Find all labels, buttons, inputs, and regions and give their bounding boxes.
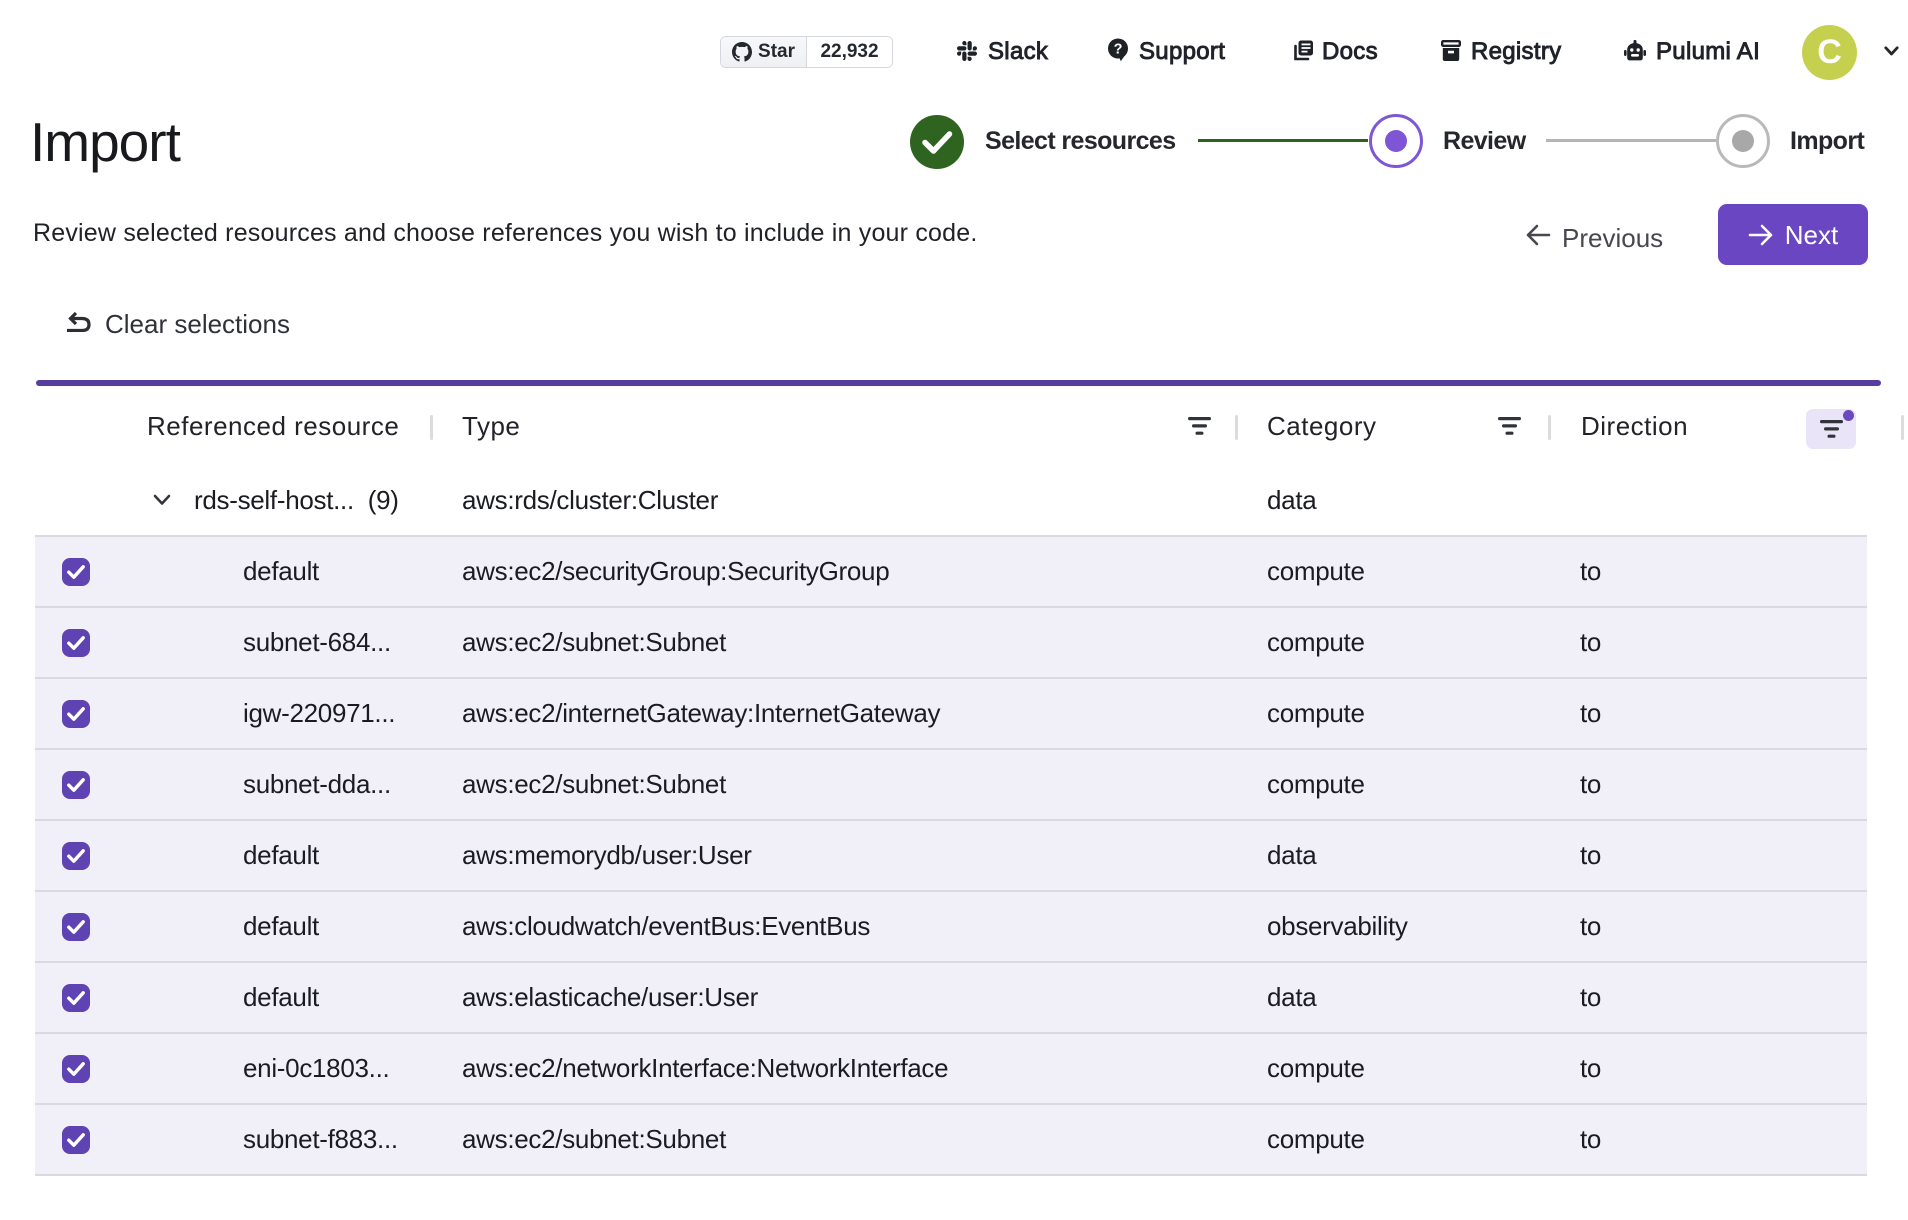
svg-text:?: ? <box>1114 42 1123 58</box>
